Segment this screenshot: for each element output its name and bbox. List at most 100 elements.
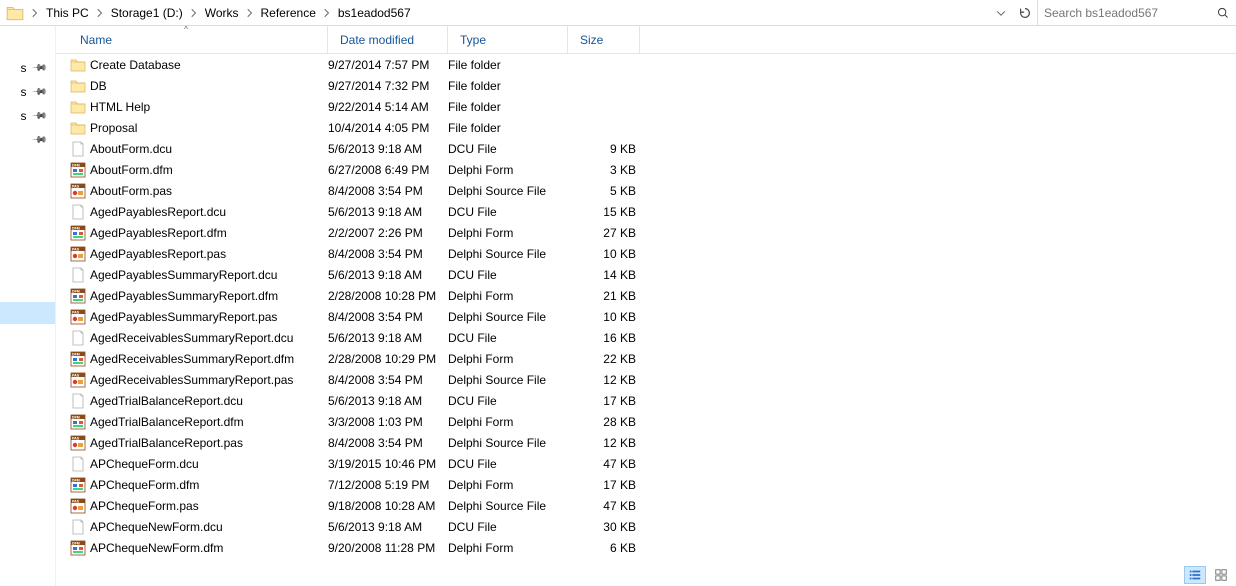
column-header-date[interactable]: Date modified: [328, 26, 448, 53]
pin-icon: 📌: [30, 84, 47, 101]
pin-icon: 📌: [30, 108, 47, 125]
view-details-button[interactable]: [1184, 566, 1206, 584]
nav-item-label: s: [21, 85, 27, 99]
column-header-name[interactable]: Name: [68, 26, 328, 53]
file-size: 9 KB: [568, 142, 640, 156]
refresh-button[interactable]: [1013, 1, 1037, 25]
file-type: Delphi Source File: [448, 310, 568, 324]
nav-pane[interactable]: s📌s📌s📌📌: [0, 26, 56, 586]
status-bar: [56, 564, 1236, 586]
file-row[interactable]: APChequeNewForm.dfm9/20/2008 11:28 PMDel…: [68, 537, 1236, 558]
file-name: APChequeForm.dfm: [90, 478, 199, 492]
column-headers: Name Date modified Type Size: [56, 26, 1236, 54]
file-row[interactable]: HTML Help9/22/2014 5:14 AMFile folder: [68, 96, 1236, 117]
file-type: Delphi Source File: [448, 184, 568, 198]
chevron-right-icon[interactable]: [243, 7, 257, 19]
file-date: 8/4/2008 3:54 PM: [328, 436, 448, 450]
column-header-size[interactable]: Size: [568, 26, 640, 53]
file-row[interactable]: AgedPayablesReport.dcu5/6/2013 9:18 AMDC…: [68, 201, 1236, 222]
breadcrumb-segment[interactable]: This PC: [42, 1, 93, 25]
file-size: 22 KB: [568, 352, 640, 366]
file-row[interactable]: AgedReceivablesSummaryReport.dfm2/28/200…: [68, 348, 1236, 369]
file-row[interactable]: AgedTrialBalanceReport.pas8/4/2008 3:54 …: [68, 432, 1236, 453]
breadcrumb-segment[interactable]: Works: [201, 1, 243, 25]
breadcrumb-segment[interactable]: Storage1 (D:): [107, 1, 187, 25]
file-size: 27 KB: [568, 226, 640, 240]
nav-item[interactable]: s📌: [0, 56, 55, 80]
file-date: 5/6/2013 9:18 AM: [328, 394, 448, 408]
folder-icon: [70, 120, 86, 136]
chevron-right-icon[interactable]: [93, 7, 107, 19]
file-row[interactable]: AboutForm.dcu5/6/2013 9:18 AMDCU File9 K…: [68, 138, 1236, 159]
dcu-icon: [70, 267, 86, 283]
file-type: DCU File: [448, 268, 568, 282]
nav-item-label: s: [21, 61, 27, 75]
chevron-right-icon[interactable]: [187, 7, 201, 19]
search-icon[interactable]: [1216, 6, 1230, 20]
file-name: AboutForm.dcu: [90, 142, 172, 156]
folder-icon: [70, 78, 86, 94]
file-row[interactable]: AboutForm.dfm6/27/2008 6:49 PMDelphi For…: [68, 159, 1236, 180]
file-type: Delphi Source File: [448, 373, 568, 387]
file-row[interactable]: DB9/27/2014 7:32 PMFile folder: [68, 75, 1236, 96]
chevron-right-icon[interactable]: [28, 7, 42, 19]
search-input[interactable]: [1044, 6, 1212, 20]
view-thumbnails-button[interactable]: [1210, 566, 1232, 584]
file-size: 10 KB: [568, 310, 640, 324]
file-type: File folder: [448, 79, 568, 93]
file-row[interactable]: AgedPayablesSummaryReport.dcu5/6/2013 9:…: [68, 264, 1236, 285]
nav-item[interactable]: s📌: [0, 104, 55, 128]
file-size: 47 KB: [568, 499, 640, 513]
nav-item[interactable]: 📌: [0, 128, 55, 152]
dfm-icon: [70, 162, 86, 178]
file-row[interactable]: AgedTrialBalanceReport.dcu5/6/2013 9:18 …: [68, 390, 1236, 411]
file-size: 47 KB: [568, 457, 640, 471]
file-row[interactable]: Create Database9/27/2014 7:57 PMFile fol…: [68, 54, 1236, 75]
file-row[interactable]: AgedPayablesReport.pas8/4/2008 3:54 PMDe…: [68, 243, 1236, 264]
file-type: Delphi Form: [448, 541, 568, 555]
column-header-type[interactable]: Type: [448, 26, 568, 53]
file-row[interactable]: APChequeForm.pas9/18/2008 10:28 AMDelphi…: [68, 495, 1236, 516]
file-row[interactable]: AgedReceivablesSummaryReport.dcu5/6/2013…: [68, 327, 1236, 348]
nav-item[interactable]: [0, 32, 55, 56]
file-type: Delphi Form: [448, 415, 568, 429]
file-row[interactable]: AgedReceivablesSummaryReport.pas8/4/2008…: [68, 369, 1236, 390]
file-size: 12 KB: [568, 436, 640, 450]
nav-selected-item[interactable]: [0, 302, 55, 324]
file-row[interactable]: AgedPayablesSummaryReport.pas8/4/2008 3:…: [68, 306, 1236, 327]
file-row[interactable]: APChequeForm.dfm7/12/2008 5:19 PMDelphi …: [68, 474, 1236, 495]
file-size: 30 KB: [568, 520, 640, 534]
breadcrumb-segment[interactable]: Reference: [257, 1, 320, 25]
file-type: Delphi Form: [448, 226, 568, 240]
file-name: AgedPayablesReport.dfm: [90, 226, 227, 240]
file-size: 15 KB: [568, 205, 640, 219]
file-list[interactable]: Create Database9/27/2014 7:57 PMFile fol…: [56, 54, 1236, 558]
breadcrumb[interactable]: This PC Storage1 (D:) Works Reference bs1ead…: [0, 0, 1038, 25]
breadcrumb-segment[interactable]: bs1eadod567: [334, 1, 415, 25]
file-row[interactable]: Proposal10/4/2014 4:05 PMFile folder: [68, 117, 1236, 138]
dcu-icon: [70, 456, 86, 472]
address-bar: This PC Storage1 (D:) Works Reference bs1ead…: [0, 0, 1236, 26]
file-size: 17 KB: [568, 478, 640, 492]
file-row[interactable]: AgedTrialBalanceReport.dfm3/3/2008 1:03 …: [68, 411, 1236, 432]
chevron-right-icon[interactable]: [320, 7, 334, 19]
file-row[interactable]: APChequeForm.dcu3/19/2015 10:46 PMDCU Fi…: [68, 453, 1236, 474]
history-dropdown-button[interactable]: [989, 1, 1013, 25]
folder-icon: [6, 4, 24, 22]
nav-item-label: s: [21, 109, 27, 123]
nav-item[interactable]: s📌: [0, 80, 55, 104]
file-type: Delphi Source File: [448, 436, 568, 450]
file-date: 9/27/2014 7:57 PM: [328, 58, 448, 72]
file-date: 3/3/2008 1:03 PM: [328, 415, 448, 429]
pas-icon: [70, 372, 86, 388]
file-row[interactable]: AgedPayablesReport.dfm2/2/2007 2:26 PMDe…: [68, 222, 1236, 243]
file-row[interactable]: AgedPayablesSummaryReport.dfm2/28/2008 1…: [68, 285, 1236, 306]
file-date: 8/4/2008 3:54 PM: [328, 184, 448, 198]
file-name: APChequeForm.dcu: [90, 457, 199, 471]
dcu-icon: [70, 141, 86, 157]
file-type: DCU File: [448, 142, 568, 156]
file-name: AgedPayablesReport.pas: [90, 247, 226, 261]
search-box[interactable]: [1038, 0, 1236, 25]
file-row[interactable]: AboutForm.pas8/4/2008 3:54 PMDelphi Sour…: [68, 180, 1236, 201]
file-row[interactable]: APChequeNewForm.dcu5/6/2013 9:18 AMDCU F…: [68, 516, 1236, 537]
